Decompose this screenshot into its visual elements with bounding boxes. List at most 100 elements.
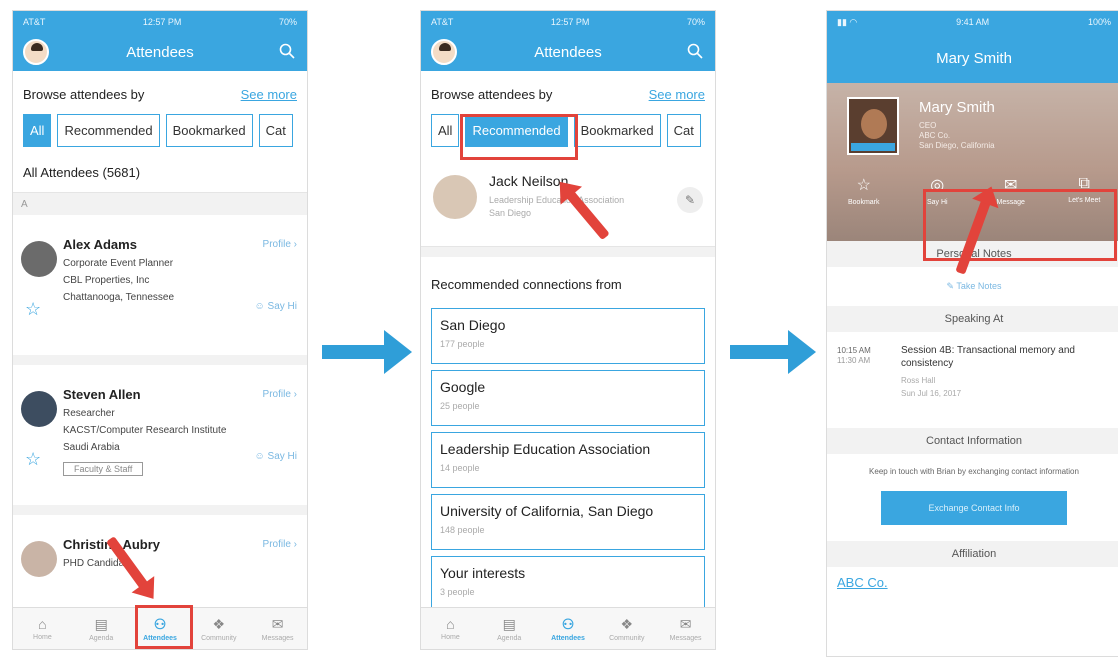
bottom-tab-messages[interactable]: ✉ Messages — [659, 616, 713, 642]
recommended-tab-highlight — [460, 114, 578, 160]
home-icon: ⌂ — [38, 616, 47, 632]
bottom-tab-home[interactable]: ⌂ Home — [423, 616, 477, 641]
search-icon[interactable] — [279, 43, 295, 59]
messages-icon: ✉ — [271, 615, 284, 632]
tab-recommended[interactable]: Recommended — [57, 114, 160, 147]
say-hi-button[interactable]: ☺ Say Hi — [255, 451, 297, 462]
bottom-tab-label: Home — [33, 634, 52, 641]
agenda-icon: ▤ — [502, 615, 516, 632]
bottom-tab-label: Agenda — [89, 634, 114, 642]
attendee-company: KACST/Computer Research Institute — [63, 425, 227, 436]
profile-company: ABC Co. — [919, 131, 951, 140]
browse-header: Browse attendees by See more — [13, 71, 307, 110]
connection-group[interactable]: Your interests 3 people — [431, 556, 705, 612]
status-time: 12:57 PM — [142, 17, 182, 27]
user-avatar[interactable] — [23, 39, 49, 65]
phone-attendees-all: AT&T 12:57 PM 70% Attendees Browse atten… — [12, 10, 308, 650]
profile-label: Profile — [262, 239, 291, 250]
user-avatar[interactable] — [431, 39, 457, 65]
tab-all[interactable]: All — [23, 114, 52, 147]
action-label: Bookmark — [847, 199, 880, 206]
bottom-tab-community[interactable]: ❖ Community — [600, 616, 654, 642]
see-more-link[interactable]: See more — [649, 87, 705, 102]
recommended-person-card[interactable]: Jack Neilson Leadership Education Associ… — [421, 157, 715, 247]
tab-all[interactable]: All — [431, 114, 460, 147]
profile-role: CEO — [919, 121, 937, 130]
connection-name: San Diego — [440, 317, 506, 333]
avatar — [21, 391, 57, 427]
page-title: Attendees — [126, 43, 194, 61]
status-bar: AT&T 12:57 PM 70% — [421, 11, 715, 33]
person-name: Jack Neilson — [489, 173, 569, 189]
tab-bookmarked[interactable]: Bookmarked — [573, 114, 661, 147]
connection-name: Leadership Education Association — [440, 441, 651, 457]
profile-link[interactable]: Profile › — [263, 239, 297, 250]
affiliation-link[interactable]: ABC Co. — [827, 567, 1118, 598]
edit-pencil-icon[interactable]: ✎ — [677, 187, 703, 213]
bottom-tab-messages[interactable]: ✉ Messages — [251, 616, 305, 642]
bottom-tab-label: Community — [609, 634, 645, 642]
profile-link[interactable]: Profile › — [263, 389, 297, 400]
page-title: Mary Smith — [827, 33, 1118, 83]
profile-label: Profile — [262, 389, 291, 400]
bottom-tab-agenda[interactable]: ▤ Agenda — [74, 616, 128, 642]
connection-count: 148 people — [440, 525, 485, 535]
connection-count: 14 people — [440, 463, 480, 473]
session-item[interactable]: 10:15 AM 11:30 AM Session 4B: Transactio… — [827, 332, 1118, 428]
take-notes-label: Take Notes — [956, 281, 1002, 291]
list-item[interactable]: Steven Allen Researcher KACST/Computer R… — [13, 365, 307, 515]
tab-category[interactable]: Cat — [666, 114, 701, 147]
session-room: Ross Hall — [901, 376, 936, 385]
bottom-tab-home[interactable]: ⌂ Home — [15, 616, 69, 641]
tab-bookmarked[interactable]: Bookmarked — [165, 114, 253, 147]
home-icon: ⌂ — [446, 616, 455, 632]
take-notes-link[interactable]: ✎ Take Notes — [827, 267, 1118, 306]
bookmark-button[interactable]: ☆ Bookmark — [836, 175, 892, 206]
bookmark-star-icon[interactable]: ☆ — [25, 299, 41, 320]
session-date: Sun Jul 16, 2017 — [901, 389, 962, 398]
connection-group[interactable]: Leadership Education Association 14 peopl… — [431, 432, 705, 488]
avatar — [21, 541, 57, 577]
connection-count: 3 people — [440, 587, 475, 597]
tab-category[interactable]: Cat — [258, 114, 293, 147]
attendee-title: PHD Candidate — [63, 558, 133, 569]
see-more-link[interactable]: See more — [241, 87, 297, 102]
bookmark-star-icon[interactable]: ☆ — [25, 449, 41, 470]
status-carrier: AT&T — [23, 17, 46, 27]
star-icon: ☆ — [856, 177, 871, 194]
exchange-contact-button[interactable]: Exchange Contact Info — [881, 491, 1067, 525]
search-icon[interactable] — [687, 43, 703, 59]
signal-icon: ▮▮ ◠ — [837, 16, 858, 27]
section-title: Recommended connections from — [421, 247, 715, 302]
messages-icon: ✉ — [679, 615, 692, 632]
session-end-time: 11:30 AM — [837, 356, 871, 365]
profile-photo — [847, 97, 899, 155]
profile-link[interactable]: Profile › — [263, 539, 297, 550]
status-bar: AT&T 12:57 PM 70% — [13, 11, 307, 33]
filter-tabs: All Recommended Bookmarked Cat — [13, 110, 307, 157]
say-hi-button[interactable]: ☺ Say Hi — [255, 301, 297, 312]
bottom-tab-community[interactable]: ❖ Community — [192, 616, 246, 642]
agenda-icon: ▤ — [94, 615, 108, 632]
connection-group[interactable]: San Diego 177 people — [431, 308, 705, 364]
contact-info-header: Contact Information — [827, 428, 1118, 454]
bottom-tab-attendees[interactable]: ⚇ Attendees — [541, 616, 595, 642]
attendees-tab-highlight — [135, 605, 193, 649]
person-role: Leadership Education Association — [489, 195, 625, 205]
avatar — [21, 241, 57, 277]
bottom-tab-agenda[interactable]: ▤ Agenda — [482, 616, 536, 642]
say-hi-label: Say Hi — [267, 451, 297, 462]
attendee-title: Researcher — [63, 408, 115, 419]
bottom-tab-label: Messages — [261, 634, 294, 642]
list-item[interactable]: Alex Adams Corporate Event Planner CBL P… — [13, 215, 307, 365]
status-battery: 100% — [1087, 17, 1111, 27]
connection-group[interactable]: University of California, San Diego 148 p… — [431, 494, 705, 550]
attendee-tag: Faculty & Staff — [63, 462, 144, 476]
actions-highlight — [923, 189, 1117, 261]
community-icon: ❖ — [212, 615, 226, 632]
connection-group[interactable]: Google 25 people — [431, 370, 705, 426]
attendees-icon: ⚇ — [561, 615, 575, 632]
bottom-tab-bar: ⌂ Home ▤ Agenda ⚇ Attendees ❖ Community ✉ Mes… — [421, 607, 715, 649]
bottom-tab-label: Attendees — [551, 634, 585, 642]
avatar — [433, 175, 477, 219]
